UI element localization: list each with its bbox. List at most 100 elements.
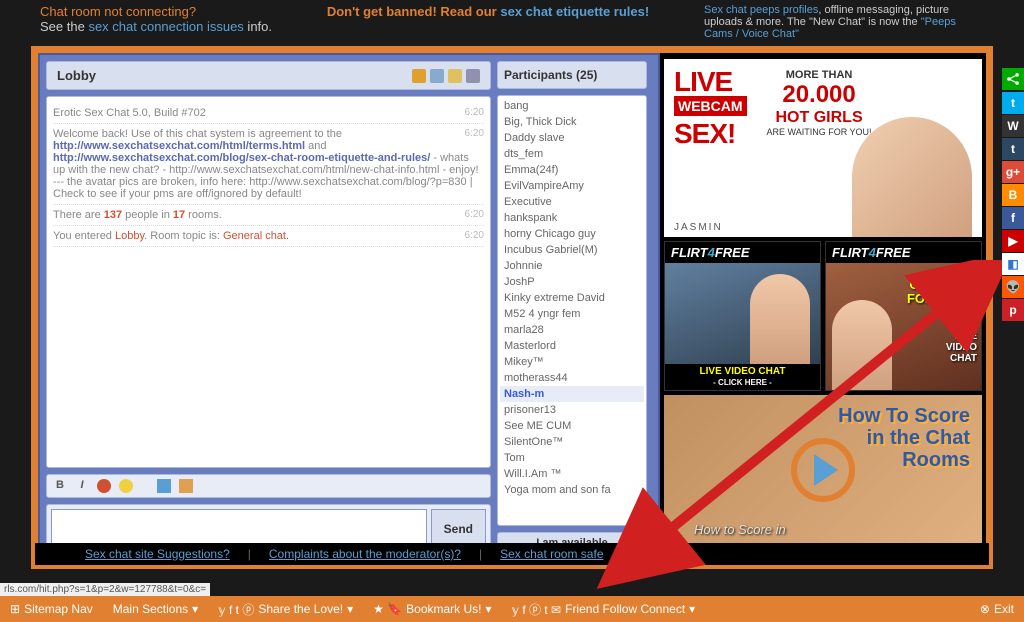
social-share-button[interactable]: ◧ — [1002, 253, 1024, 275]
chat-message: 6:20There are 137 people in 17 rooms. — [53, 205, 484, 226]
ad-text-count: 20.000 — [767, 81, 872, 109]
social-share-button[interactable]: t — [1002, 138, 1024, 160]
participant-item[interactable]: Tom — [500, 450, 644, 466]
help-icon[interactable] — [466, 69, 480, 83]
chat-header: Lobby — [46, 61, 491, 90]
participant-item[interactable]: Incubus Gabriel(M) — [500, 242, 644, 258]
participants-list[interactable]: bangBig, Thick DickDaddy slavedts_femEmm… — [497, 95, 647, 526]
participant-item[interactable]: Yoga mom and son fa — [500, 482, 644, 498]
room-title: Lobby — [57, 68, 96, 83]
participant-item[interactable]: Executive — [500, 194, 644, 210]
users-icon[interactable] — [412, 69, 426, 83]
chat-right-column: Participants (25) bangBig, Thick DickDad… — [497, 61, 647, 554]
top-center-notice: Don't get banned! Read our sex chat etiq… — [327, 4, 649, 40]
ad-text-sex: SEX! — [674, 118, 747, 150]
social-share-strip: tWtg+Bf▶◧👽p — [1002, 92, 1024, 321]
ad-text-webcam: WEBCAM — [674, 96, 747, 116]
ad-text-hotgirls: HOT GIRLS — [767, 109, 872, 127]
italic-button[interactable]: I — [75, 479, 89, 493]
color-button[interactable] — [97, 479, 111, 493]
ad-model-image — [852, 117, 972, 237]
ad-jasmin[interactable]: LIVE WEBCAM SEX! MORE THAN 20.000 HOT GI… — [664, 59, 982, 237]
participant-item[interactable]: marla28 — [500, 322, 644, 338]
notice-line2: See the sex chat connection issues info. — [40, 19, 272, 34]
attach-button[interactable] — [157, 479, 171, 493]
chat-message: 6:20Welcome back! Use of this chat syste… — [53, 124, 484, 205]
share-toggle-icon[interactable] — [1002, 68, 1024, 90]
participant-item[interactable]: Will.I.Am ™ — [500, 466, 644, 482]
msg-text: Welcome back! Use of this chat system is… — [53, 128, 479, 200]
ads-area: LIVE WEBCAM SEX! MORE THAN 20.000 HOT GI… — [660, 53, 986, 562]
participant-item[interactable]: Emma(24f) — [500, 162, 644, 178]
participant-item[interactable]: bang — [500, 98, 644, 114]
msg-text: Erotic Sex Chat 5.0, Build #702 — [53, 107, 206, 119]
exit-button[interactable]: ⊗ Exit — [980, 602, 1014, 616]
share-menu[interactable]: 𝕪 f t ⓟ Share the Love! ▾ — [218, 601, 353, 618]
main-sections-menu[interactable]: Main Sections ▾ — [113, 602, 198, 616]
suggestions-link[interactable]: Sex chat site Suggestions? — [85, 547, 230, 561]
participant-item[interactable]: EvilVampireAmy — [500, 178, 644, 194]
top-left-notice: Chat room not connecting? See the sex ch… — [40, 4, 272, 40]
social-share-button[interactable]: W — [1002, 115, 1024, 137]
ad-flirt4free-1[interactable]: FLIRT4FREE LIVE VIDEO CHAT- CLICK HERE - — [664, 241, 821, 391]
f4f-overlay-text: CHAT LIVE FOR FREE! LIVEVIDEOCHAT — [907, 278, 977, 364]
participant-item[interactable]: Daddy slave — [500, 130, 644, 146]
etiquette-link[interactable]: sex chat etiquette rules! — [500, 4, 649, 19]
safety-link[interactable]: Sex chat room safe — [500, 547, 603, 561]
participant-item[interactable]: Mikey™ — [500, 354, 644, 370]
bookmark-menu[interactable]: ★ 🔖 Bookmark Us! ▾ — [373, 602, 491, 616]
header-icons — [412, 69, 480, 83]
participant-item[interactable]: Big, Thick Dick — [500, 114, 644, 130]
msg-time: 6:20 — [465, 230, 484, 241]
participant-item[interactable]: M52 4 yngr fem — [500, 306, 644, 322]
f4f-caption: LIVE VIDEO CHAT- CLICK HERE - — [665, 364, 820, 390]
social-share-button[interactable]: 👽 — [1002, 276, 1024, 298]
msg-text: You entered Lobby. Room topic is: Genera… — [53, 230, 289, 242]
rooms-button[interactable] — [179, 479, 193, 493]
participant-item[interactable]: See ME CUM — [500, 418, 644, 434]
msg-time: 6:20 — [465, 107, 484, 118]
emoji-button[interactable] — [119, 479, 133, 493]
ad-text-more: MORE THAN — [767, 69, 872, 81]
settings-icon[interactable] — [430, 69, 444, 83]
ad-how-to-score[interactable]: How To Score in the Chat Rooms How to Sc… — [664, 395, 982, 545]
social-share-button[interactable]: p — [1002, 299, 1024, 321]
sound-icon[interactable] — [448, 69, 462, 83]
notice-line1: Chat room not connecting? — [40, 4, 272, 19]
bold-button[interactable]: B — [53, 479, 67, 493]
social-share-button[interactable]: ▶ — [1002, 230, 1024, 252]
social-share-button[interactable]: t — [1002, 92, 1024, 114]
peeps-profiles-link[interactable]: Sex chat peeps profiles — [704, 4, 818, 16]
chat-left-column: Lobby 6:20 Erotic Sex Chat 5.0, Build #70… — [46, 61, 491, 554]
model-image — [832, 300, 892, 390]
chat-message: 6:20 You entered Lobby. Room topic is: Ge… — [53, 226, 484, 247]
messages-pane[interactable]: 6:20Erotic Sex Chat 5.0, Build #7026:20W… — [46, 96, 491, 468]
ad-text-waiting: ARE WAITING FOR YOU! — [767, 127, 872, 137]
ad-flirt4free-2[interactable]: FLIRT4FREE CHAT LIVE FOR FREE! LIVEVIDEO… — [825, 241, 982, 391]
social-share-button[interactable]: f — [1002, 207, 1024, 229]
social-share-button[interactable]: B — [1002, 184, 1024, 206]
participant-item[interactable]: prisoner13 — [500, 402, 644, 418]
participant-item[interactable]: hankspank — [500, 210, 644, 226]
participant-item[interactable]: JoshP — [500, 274, 644, 290]
sitemap-nav-menu[interactable]: ⊞ Sitemap Nav — [10, 602, 93, 616]
follow-menu[interactable]: 𝕪 f ⓟ t ✉ Friend Follow Connect ▾ — [512, 601, 696, 618]
complaints-link[interactable]: Complaints about the moderator(s)? — [269, 547, 461, 561]
ad-brand-jasmin: JASMIN — [674, 222, 723, 233]
participant-item[interactable]: SilentOne™ — [500, 434, 644, 450]
participant-item[interactable]: motherass44 — [500, 370, 644, 386]
participant-item[interactable]: Masterlord — [500, 338, 644, 354]
f4f-logo: FLIRT4FREE — [826, 242, 981, 263]
social-share-button[interactable]: g+ — [1002, 161, 1024, 183]
participant-item[interactable]: dts_fem — [500, 146, 644, 162]
format-toolbar: B I — [46, 474, 491, 498]
participant-item[interactable]: Kinky extreme David — [500, 290, 644, 306]
msg-time: 6:20 — [465, 128, 484, 139]
participant-item[interactable]: Johnnie — [500, 258, 644, 274]
participant-item[interactable]: Nash-m — [500, 386, 644, 402]
ad-row-2: FLIRT4FREE LIVE VIDEO CHAT- CLICK HERE -… — [664, 241, 982, 391]
msg-text: There are 137 people in 17 rooms. — [53, 209, 222, 221]
participant-item[interactable]: horny Chicago guy — [500, 226, 644, 242]
main-frame: Lobby 6:20 Erotic Sex Chat 5.0, Build #70… — [31, 46, 993, 569]
connection-issues-link[interactable]: sex chat connection issues — [88, 19, 243, 34]
